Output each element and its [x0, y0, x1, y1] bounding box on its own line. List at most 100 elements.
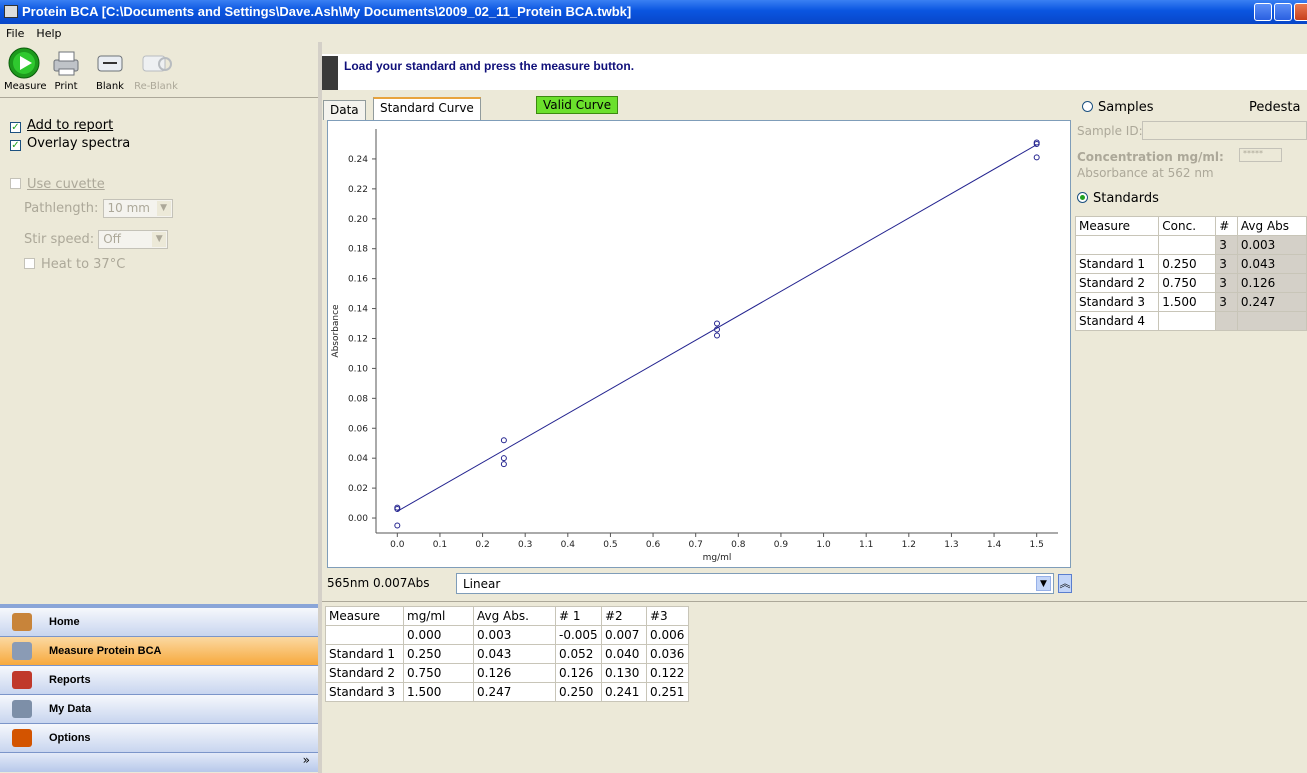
table-row[interactable]: Reference 0.000 0.003 -0.005 0.007 0.006: [325, 625, 689, 645]
reports-icon: [12, 671, 32, 689]
absorbance-label: Absorbance at 562 nm: [1077, 166, 1214, 180]
window-title: Protein BCA [C:\Documents and Settings\D…: [22, 4, 632, 19]
concentration-label: Concentration mg/ml:: [1077, 150, 1224, 164]
app-icon: [4, 5, 18, 18]
standards-radio[interactable]: Standards: [1077, 191, 1159, 206]
nav-expand-button[interactable]: »: [0, 753, 318, 772]
x-tick-label: 0.3: [518, 540, 532, 550]
chevron-down-icon: ▼: [156, 201, 171, 216]
nav-options[interactable]: Options: [0, 724, 318, 753]
home-icon: [12, 613, 32, 631]
y-tick-label: 0.20: [348, 215, 368, 225]
pathlength-select[interactable]: 10 mm ▼: [102, 199, 173, 218]
curve-type-select[interactable]: Linear ▼: [456, 573, 1054, 594]
use-cuvette-checkbox[interactable]: Use cuvette: [10, 177, 105, 192]
valid-curve-badge: Valid Curve: [536, 96, 619, 114]
y-tick-label: 0.24: [348, 155, 368, 165]
y-tick-label: 0.02: [348, 484, 368, 494]
data-point: [500, 437, 507, 444]
x-tick-label: 0.7: [689, 540, 703, 550]
table-row[interactable]: Standard 3 1.500 0.247 0.250 0.241 0.251: [325, 682, 689, 702]
table-row[interactable]: Standard 1 0.250 3 0.043: [1074, 254, 1307, 274]
print-button[interactable]: Print: [46, 46, 86, 92]
x-tick-label: 1.2: [902, 540, 916, 550]
table-row[interactable]: Standard 4: [1074, 311, 1307, 331]
x-tick-label: 1.0: [816, 540, 831, 550]
x-tick-label: 0.0: [390, 540, 405, 550]
x-tick-label: 0.6: [646, 540, 661, 550]
y-axis-label: Absorbance: [331, 304, 341, 358]
check-icon: ✓: [10, 122, 21, 133]
table-row[interactable]: Standard 2 0.750 0.126 0.126 0.130 0.122: [325, 663, 689, 683]
table-row[interactable]: Standard 3 1.500 3 0.247: [1074, 292, 1307, 312]
data-table-pane: Measure mg/ml Avg Abs. # 1 #2 #3 Referen…: [322, 601, 1307, 773]
data-point: [500, 461, 507, 468]
chart-svg: 0.00 0.02 0.04 0.06 0.08 0.10 0.12 0.14 0.16 0.18…: [331, 129, 1058, 563]
fit-bar: 565nm 0.007Abs Linear ▼ ︽: [322, 570, 1074, 600]
x-tick-label: 0.5: [603, 540, 617, 550]
nav-measure-protein-bca[interactable]: Measure Protein BCA: [0, 637, 318, 666]
instruction-bar: Load your standard and press the measure…: [322, 54, 1307, 90]
pedestal-label: Pedesta: [1249, 100, 1301, 115]
title-bar: Protein BCA [C:\Documents and Settings\D…: [0, 0, 1307, 24]
instrument-icon: [322, 56, 338, 90]
x-axis-label: mg/ml: [703, 553, 732, 563]
nav-reports[interactable]: Reports: [0, 666, 318, 695]
expand-up-icon[interactable]: ︽: [1058, 574, 1072, 593]
stir-speed-row: Stir speed: Off ▼: [24, 230, 169, 249]
y-tick-label: 0.12: [348, 334, 368, 344]
tab-strip: Data Standard Curve: [322, 96, 1072, 120]
concentration-value: *****: [1239, 148, 1282, 162]
x-tick-label: 0.1: [433, 540, 447, 550]
table-header: Measure mg/ml Avg Abs. # 1 #2 #3: [325, 606, 689, 626]
check-icon: ✓: [10, 140, 21, 151]
minimize-button[interactable]: [1254, 3, 1272, 21]
heat-checkbox[interactable]: Heat to 37°C: [24, 257, 125, 272]
table-row[interactable]: Reference 0.000 3 0.003: [1074, 235, 1307, 255]
sample-panel: Samples Pedesta Sample ID: Concentration…: [1074, 96, 1307, 600]
add-to-report-checkbox[interactable]: ✓ Add to report: [10, 118, 113, 133]
y-tick-label: 0.06: [348, 424, 368, 434]
menu-file[interactable]: File: [0, 24, 30, 40]
standards-table: Measure Conc. # Avg Abs Reference 0.000 3 0…: [1074, 216, 1307, 331]
samples-radio[interactable]: Samples: [1082, 100, 1154, 115]
cursor-readout: 565nm 0.007Abs: [327, 576, 430, 590]
x-tick-label: 0.2: [475, 540, 489, 550]
tab-data[interactable]: Data: [323, 100, 366, 120]
y-tick-label: 0.18: [348, 245, 368, 255]
nav-home[interactable]: Home: [0, 608, 318, 637]
x-tick-label: 1.5: [1030, 540, 1044, 550]
options-panel: ✓ Add to report ✓ Overlay spectra Use cuve…: [0, 99, 318, 604]
stir-speed-select[interactable]: Off ▼: [98, 230, 169, 249]
x-tick-label: 1.3: [944, 540, 958, 550]
menu-bar: File Help: [0, 24, 1307, 42]
pathlength-row: Pathlength: 10 mm ▼: [24, 199, 173, 218]
standard-curve-chart: 0.00 0.02 0.04 0.06 0.08 0.10 0.12 0.14 0.16 0.18…: [327, 120, 1071, 568]
toolbar: Measure Print Blank Re-Blank: [0, 42, 318, 98]
x-tick-label: 0.8: [731, 540, 746, 550]
measure-button[interactable]: Measure: [4, 46, 47, 92]
nav-my-data[interactable]: My Data: [0, 695, 318, 724]
data-point: [394, 522, 401, 529]
sample-id-input[interactable]: [1142, 121, 1307, 140]
y-tick-label: 0.08: [348, 394, 368, 404]
close-button[interactable]: [1294, 3, 1307, 21]
blank-button[interactable]: Blank: [90, 46, 130, 92]
measure-icon: [12, 642, 32, 660]
overlay-spectra-checkbox[interactable]: ✓ Overlay spectra: [10, 136, 130, 151]
sample-id-label: Sample ID:: [1077, 124, 1143, 138]
data-point: [1033, 154, 1040, 161]
table-row[interactable]: Standard 1 0.250 0.043 0.052 0.040 0.036: [325, 644, 689, 664]
table-row[interactable]: Standard 2 0.750 3 0.126: [1074, 273, 1307, 293]
table-header: Measure Conc. # Avg Abs: [1074, 216, 1307, 236]
maximize-button[interactable]: [1274, 3, 1292, 21]
menu-help[interactable]: Help: [30, 24, 67, 40]
y-tick-label: 0.14: [348, 305, 368, 315]
data-point: [714, 332, 720, 339]
tab-standard-curve[interactable]: Standard Curve: [373, 97, 481, 120]
reblank-button[interactable]: Re-Blank: [134, 46, 178, 92]
y-tick-label: 0.22: [348, 185, 368, 195]
chevron-down-icon: ▼: [152, 232, 167, 247]
x-tick-label: 1.4: [987, 540, 1002, 550]
fit-line: [397, 144, 1037, 512]
